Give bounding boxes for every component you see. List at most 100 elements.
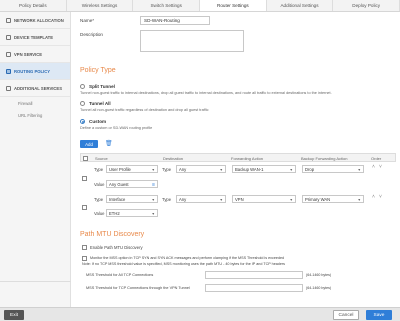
name-input[interactable]: SD-WAN-Routing	[140, 16, 210, 25]
custom-desc: Define a custom or SD-WAN routing profil…	[80, 126, 153, 130]
row-checkbox[interactable]	[82, 205, 87, 210]
tab-deploy-policy[interactable]: Deploy Policy	[333, 0, 400, 11]
chevron-down-icon: ▼	[151, 198, 155, 202]
chevron-down-icon: ▼	[289, 168, 293, 172]
split-tunnel-desc: Tunnel non-guest traffic to internal des…	[80, 91, 332, 95]
chevron-down-icon: ▼	[151, 168, 155, 172]
select-value: Interface	[109, 196, 126, 202]
rules-table-header: Source Destination Forwarding Action Bac…	[80, 153, 396, 162]
enable-pmtu-checkbox[interactable]	[82, 245, 87, 250]
device-icon	[6, 34, 11, 40]
select-value: VPN	[235, 196, 244, 202]
destination-type-select[interactable]: Any ▼	[176, 195, 226, 203]
sidebar-item-label: NETWORK ALLOCATION	[14, 17, 64, 23]
backup-action-select[interactable]: Primary WAN ▼	[302, 195, 364, 203]
tunnel-all-radio[interactable]	[80, 101, 85, 106]
enable-pmtu-label: Enable Path MTU Discovery	[90, 245, 143, 250]
sidebar-item-label: ADDITIONAL SERVICES	[14, 85, 63, 91]
select-value: Drop	[305, 166, 315, 172]
custom-title: Custom	[89, 119, 107, 124]
sidebar: NETWORK ALLOCATION DEVICE TEMPLATE VPN S…	[0, 12, 71, 307]
chevron-down-icon: ▼	[357, 168, 361, 172]
move-down-icon[interactable]: ˅	[379, 164, 382, 170]
description-label: Description	[80, 32, 103, 37]
mss-threshold-vpn-label: MSS Threshold for TCP Connections throug…	[86, 286, 190, 290]
row-checkbox[interactable]	[82, 176, 87, 181]
chevron-down-icon: ▼	[289, 198, 293, 202]
monitor-mss-label: Monitor the MSS option in TCP SYN and SY…	[90, 256, 285, 260]
tunnel-all-title: Tunnel All	[89, 101, 111, 106]
select-value: ETH2	[109, 210, 120, 216]
col-source: Source	[95, 156, 108, 161]
path-mtu-title: Path MTU Discovery	[80, 231, 145, 238]
chevron-down-icon: ▼	[219, 168, 223, 172]
routing-icon	[6, 68, 11, 74]
forwarding-action-select[interactable]: VPN ▼	[232, 195, 296, 203]
mss-note: Note: If no TCP MSS threshold value is s…	[82, 262, 285, 266]
destination-type-select[interactable]: Any ▼	[176, 165, 226, 173]
source-value-select[interactable]: ETH2 ▼	[106, 209, 158, 217]
source-value-label: Value	[94, 182, 105, 187]
name-label: Name*	[80, 18, 95, 23]
col-forwarding-action: Forwarding Action	[231, 156, 264, 161]
vpn-icon	[6, 51, 11, 57]
tab-router-settings[interactable]: Router Settings	[200, 0, 267, 11]
save-button[interactable]: Save	[366, 310, 392, 320]
custom-radio[interactable]	[80, 119, 85, 124]
tab-switch-settings[interactable]: Switch Settings	[133, 0, 201, 11]
sidebar-subitem-firewall[interactable]: Firewall	[0, 97, 70, 109]
select-value: Any	[179, 166, 187, 172]
select-value: Primary WAN	[305, 196, 331, 202]
tab-wireless-settings[interactable]: Wireless Settings	[67, 0, 134, 11]
mss-threshold-vpn-input[interactable]	[205, 284, 303, 292]
tab-policy-details[interactable]: Policy Details	[0, 0, 67, 11]
footer-bar: Exit Cancel Save	[0, 307, 400, 321]
select-value: Backup WAN-1	[235, 166, 264, 172]
wizard-tabs: Policy Details Wireless Settings Switch Se…	[0, 0, 400, 12]
mss-threshold-vpn-hint: (64-1460 bytes)	[306, 286, 332, 290]
sidebar-item-label: VPN SERVICE	[14, 51, 43, 57]
add-rule-button[interactable]: Add	[80, 140, 98, 148]
split-tunnel-radio[interactable]	[80, 84, 85, 89]
list-icon: ☰	[151, 183, 155, 187]
monitor-mss-checkbox[interactable]	[82, 256, 87, 261]
sidebar-divider	[0, 281, 71, 282]
sidebar-item-routing-policy[interactable]: ROUTING POLICY	[0, 63, 70, 80]
source-type-label: Type	[94, 167, 104, 172]
select-value: Any	[179, 196, 187, 202]
sidebar-item-network-allocation[interactable]: NETWORK ALLOCATION	[0, 12, 70, 29]
network-icon	[6, 17, 11, 23]
sidebar-item-additional-services[interactable]: ADDITIONAL SERVICES	[0, 80, 70, 97]
source-type-select[interactable]: Interface ▼	[106, 195, 158, 203]
forwarding-action-select[interactable]: Backup WAN-1 ▼	[232, 165, 296, 173]
exit-button[interactable]: Exit	[4, 310, 24, 320]
select-value: Any Guest	[109, 181, 129, 187]
move-up-icon[interactable]: ˄	[372, 164, 375, 170]
select-all-checkbox[interactable]	[83, 155, 88, 161]
sidebar-item-vpn-service[interactable]: VPN SERVICE	[0, 46, 70, 63]
move-down-icon[interactable]: ˅	[379, 194, 382, 200]
sidebar-item-label: ROUTING POLICY	[14, 68, 51, 74]
destination-type-label: Type	[162, 167, 172, 172]
description-input[interactable]	[140, 30, 244, 52]
select-value: User Profile	[109, 166, 131, 172]
mss-threshold-all-hint: (64-1460 bytes)	[306, 273, 332, 277]
mss-threshold-all-label: MSS Threshold for All TCP Connections	[86, 273, 154, 277]
col-backup-forwarding-action: Backup Forwarding Action	[301, 156, 348, 161]
chevron-down-icon: ▼	[357, 198, 361, 202]
chevron-down-icon: ▼	[219, 198, 223, 202]
move-up-icon[interactable]: ˄	[372, 194, 375, 200]
services-icon	[6, 85, 11, 91]
sidebar-subitem-url-filtering[interactable]: URL Filtering	[0, 109, 70, 121]
tab-additional-settings[interactable]: Additional Settings	[267, 0, 334, 11]
source-type-label: Type	[94, 197, 104, 202]
source-type-select[interactable]: User Profile ▼	[106, 165, 158, 173]
col-order: Order	[371, 156, 382, 161]
mss-threshold-all-input[interactable]	[205, 271, 303, 279]
sidebar-item-device-template[interactable]: DEVICE TEMPLATE	[0, 29, 70, 46]
trash-icon[interactable]: 🗑	[105, 140, 113, 147]
source-value-select[interactable]: Any Guest ☰	[106, 180, 158, 188]
backup-action-select[interactable]: Drop ▼	[302, 165, 364, 173]
cancel-button[interactable]: Cancel	[333, 310, 359, 320]
col-destination: Destination	[163, 156, 184, 161]
